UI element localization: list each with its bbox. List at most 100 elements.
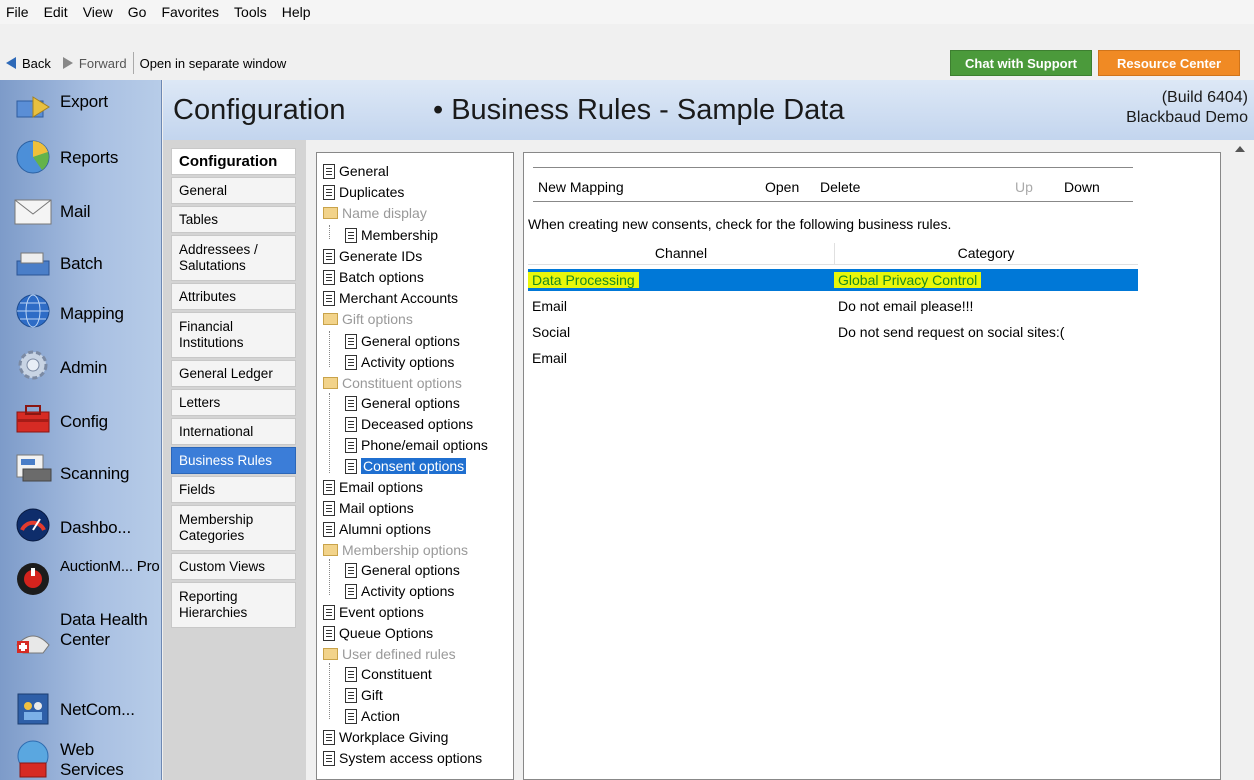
config-nav-fields[interactable]: Fields (171, 476, 296, 503)
menu-file[interactable]: File (6, 4, 29, 20)
sidebar-item-batch[interactable]: Batch (0, 240, 160, 284)
tree-item-merchant-accounts[interactable]: Merchant Accounts (323, 288, 458, 308)
column-header-category[interactable]: Category (834, 245, 1138, 261)
config-nav-reporting-hierarchies[interactable]: Reporting Hierarchies (171, 582, 296, 628)
config-nav-letters[interactable]: Letters (171, 389, 296, 416)
tree-item-alumni-options[interactable]: Alumni options (323, 519, 431, 539)
config-nav-attributes[interactable]: Attributes (171, 283, 296, 310)
sidebar-item-data-health[interactable]: Data Health Center (0, 606, 160, 678)
sidebar-item-mapping[interactable]: Mapping (0, 290, 160, 334)
open-separate-window-button[interactable]: Open in separate window (134, 48, 293, 78)
tree-item-gift[interactable]: Gift (345, 685, 383, 705)
tree-item-membership-general-options[interactable]: General options (345, 560, 460, 580)
page-title: Configuration (173, 94, 346, 126)
tree-item-duplicates[interactable]: Duplicates (323, 182, 404, 202)
table-row[interactable]: Data Processing Global Privacy Control (528, 269, 1138, 291)
menu-view[interactable]: View (83, 4, 113, 20)
sidebar-item-config[interactable]: Config (0, 398, 160, 442)
sidebar-item-scanning[interactable]: Scanning (0, 448, 160, 492)
tree-item-workplace-giving[interactable]: Workplace Giving (323, 727, 448, 747)
tree-item-consent-options[interactable]: Consent options (345, 456, 467, 476)
tree-item-action[interactable]: Action (345, 706, 400, 726)
tree-item-gift-activity-options[interactable]: Activity options (345, 352, 454, 372)
sidebar-item-mail[interactable]: Mail (0, 188, 160, 232)
sidebar-item-netcommunity[interactable]: NetCom... (0, 690, 160, 730)
new-mapping-button[interactable]: New Mapping (538, 179, 624, 195)
sidebar-item-admin[interactable]: Admin (0, 344, 160, 388)
sidebar-item-auctionmaker[interactable]: AuctionM... Pro (0, 554, 160, 602)
tree-item-label: Batch options (339, 269, 424, 285)
delete-button[interactable]: Delete (820, 179, 860, 195)
tree-connector (329, 559, 330, 595)
config-nav-general[interactable]: General (171, 177, 296, 204)
menu-edit[interactable]: Edit (44, 4, 68, 20)
sidebar-label-mapping: Mapping (60, 304, 124, 323)
table-row[interactable]: Social Do not send request on social sit… (528, 321, 1138, 343)
document-icon (345, 227, 357, 243)
tree-item-deceased-options[interactable]: Deceased options (345, 414, 473, 434)
tree-item-mail-options[interactable]: Mail options (323, 498, 414, 518)
tree-item-batch-options[interactable]: Batch options (323, 267, 424, 287)
navigation-toolbar: Back Forward Open in separate window (0, 48, 292, 78)
config-nav-addressees[interactable]: Addressees / Salutations (171, 235, 296, 281)
tree-connector (329, 393, 330, 473)
menu-help[interactable]: Help (282, 4, 311, 20)
config-nav-general-ledger[interactable]: General Ledger (171, 360, 296, 387)
document-icon (345, 562, 357, 578)
tree-item-queue-options[interactable]: Queue Options (323, 623, 433, 643)
config-nav-business-rules[interactable]: Business Rules (171, 447, 296, 474)
table-row[interactable]: Email (528, 347, 1138, 369)
down-button[interactable]: Down (1064, 179, 1100, 195)
document-icon (345, 687, 357, 703)
sidebar-item-dashboard[interactable]: Dashbo... (0, 504, 160, 548)
table-row[interactable]: Email Do not email please!!! (528, 295, 1138, 317)
forward-button[interactable]: Forward (57, 48, 133, 78)
tree-item-gift-options[interactable]: Gift options (323, 309, 413, 329)
tree-item-label: General options (361, 395, 460, 411)
tree-item-constituent-options[interactable]: Constituent options (323, 373, 462, 393)
sidebar-item-web-services[interactable]: Web Services (0, 736, 160, 780)
config-nav-membership-categories[interactable]: Membership Categories (171, 505, 296, 551)
mail-icon (12, 192, 54, 230)
back-button[interactable]: Back (0, 48, 57, 78)
tree-item-label: Event options (339, 604, 424, 620)
document-icon (323, 750, 335, 766)
scroll-up-icon[interactable] (1235, 146, 1245, 152)
tree-item-membership-activity-options[interactable]: Activity options (345, 581, 454, 601)
tree-item-constituent-general-options[interactable]: General options (345, 393, 460, 413)
config-nav-custom-views[interactable]: Custom Views (171, 553, 296, 580)
tree-item-generate-ids[interactable]: Generate IDs (323, 246, 422, 266)
tree-item-email-options[interactable]: Email options (323, 477, 423, 497)
tree-item-membership[interactable]: Membership (345, 225, 438, 245)
sidebar-label-web-services: Web Services (60, 740, 124, 779)
up-button[interactable]: Up (1015, 179, 1033, 195)
tree-item-general[interactable]: General (323, 161, 389, 181)
tree-item-event-options[interactable]: Event options (323, 602, 424, 622)
config-nav-financial-institutions[interactable]: Financial Institutions (171, 312, 296, 358)
sidebar-item-reports[interactable]: Reports (0, 138, 160, 178)
config-nav-heading[interactable]: Configuration (171, 148, 296, 175)
config-nav-international[interactable]: International (171, 418, 296, 445)
grid-header: Channel Category (528, 243, 1138, 265)
tree-item-label: Merchant Accounts (339, 290, 459, 306)
back-label: Back (22, 55, 51, 71)
tree-item-phone-email-options[interactable]: Phone/email options (345, 435, 488, 455)
vertical-scrollbar[interactable] (1226, 140, 1254, 780)
folder-icon (323, 648, 338, 660)
tree-item-gift-general-options[interactable]: General options (345, 331, 460, 351)
open-button[interactable]: Open (765, 179, 799, 195)
tree-item-constituent[interactable]: Constituent (345, 664, 432, 684)
resource-center-button[interactable]: Resource Center (1098, 50, 1240, 76)
tree-item-system-access-options[interactable]: System access options (323, 748, 482, 768)
tree-item-membership-options[interactable]: Membership options (323, 540, 468, 560)
netcommunity-icon (12, 690, 54, 728)
tree-item-name-display[interactable]: Name display (323, 203, 427, 223)
tree-item-user-defined-rules[interactable]: User defined rules (323, 644, 456, 664)
sidebar-item-export[interactable]: Export (0, 86, 160, 122)
menu-favorites[interactable]: Favorites (161, 4, 219, 20)
config-nav-tables[interactable]: Tables (171, 206, 296, 233)
menu-tools[interactable]: Tools (234, 4, 267, 20)
menu-go[interactable]: Go (128, 4, 147, 20)
column-header-channel[interactable]: Channel (528, 245, 834, 261)
chat-with-support-button[interactable]: Chat with Support (950, 50, 1092, 76)
